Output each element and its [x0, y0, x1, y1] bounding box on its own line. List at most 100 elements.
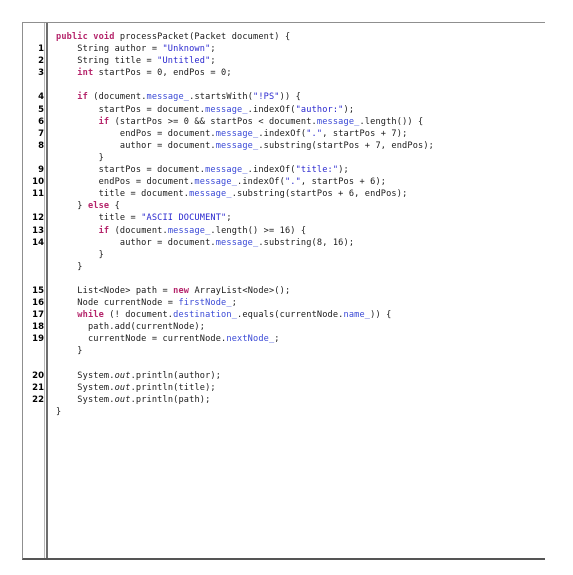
plain-code-token: }	[56, 406, 62, 417]
plain-code-token: startPos = document.	[56, 165, 206, 176]
field-reference-token: name_	[343, 310, 371, 321]
plain-code-token: .indexOf(	[247, 165, 296, 176]
field-reference-token: message_	[189, 189, 232, 200]
plain-code-token: .substring(startPos + 6, endPos);	[231, 189, 408, 200]
code-line: if (document.message_.length() >= 16) {	[56, 225, 545, 237]
code-line: currentNode = currentNode.nextNode_;	[56, 333, 545, 345]
code-line: title = "ASCII DOCUMENT";	[56, 212, 545, 224]
code-line: System.out.println(title);	[56, 382, 545, 394]
string-literal-token: "."	[284, 177, 301, 188]
code-line: startPos = document.message_.indexOf("ti…	[56, 164, 545, 176]
plain-code-token: .indexOf(	[237, 177, 285, 188]
code-line: }	[56, 249, 545, 261]
string-literal-token: "."	[306, 128, 323, 139]
code-line: }	[56, 406, 545, 418]
plain-code-token: System.	[56, 394, 115, 405]
code-line: int startPos = 0, endPos = 0;	[56, 67, 545, 79]
code-line: String author = "Unknown";	[56, 43, 545, 55]
string-literal-token: "Unknown"	[162, 44, 211, 55]
field-reference-token: message_	[215, 140, 259, 151]
plain-code-token	[56, 226, 99, 236]
code-viewer-panel[interactable]: 123 45678 9 10 11 12 13 14 15 16 17 18 19 20 21 22…	[22, 22, 545, 560]
plain-code-token: (document.	[109, 225, 168, 236]
plain-code-token: .println(author);	[130, 370, 222, 381]
code-text-area[interactable]: public void processPacket(Packet documen…	[48, 23, 545, 558]
keyword-token: while	[77, 310, 104, 321]
keyword-token: else	[87, 201, 110, 212]
plain-code-token	[56, 117, 99, 127]
code-line: System.out.println(author);	[56, 370, 545, 382]
plain-code-token	[56, 310, 77, 320]
plain-code-token: , startPos + 7);	[322, 128, 408, 139]
plain-code-token: (document.	[87, 92, 147, 103]
plain-code-token: (startPos >= 0 && startPos < document.	[109, 116, 317, 127]
plain-code-token: }	[56, 152, 104, 163]
static-member-token: out	[114, 382, 131, 393]
plain-code-token: .indexOf(	[258, 128, 307, 139]
code-line: path.add(currentNode);	[56, 321, 545, 333]
field-reference-token: message_	[205, 104, 248, 115]
plain-code-token: ArrayList<Node>();	[189, 285, 291, 296]
plain-code-token: System.	[56, 370, 115, 381]
keyword-token: public void	[56, 32, 115, 42]
keyword-token: int	[77, 68, 94, 79]
code-line: }	[56, 152, 545, 164]
string-literal-token: "Untitled"	[157, 56, 211, 67]
plain-code-token: startPos = document.	[56, 104, 206, 115]
plain-code-token: .equals(currentNode.	[237, 310, 344, 321]
plain-code-token: .substring(startPos + 7, endPos);	[258, 140, 435, 151]
string-literal-token: "author:"	[295, 104, 344, 115]
plain-code-token: }	[56, 201, 88, 212]
plain-code-token: endPos = document.	[56, 177, 195, 188]
plain-code-token: path.add(currentNode);	[56, 322, 206, 333]
string-literal-token: "!PS"	[253, 92, 280, 103]
code-line: endPos = document.message_.indexOf(".", …	[56, 176, 545, 188]
field-reference-token: message_	[146, 92, 190, 103]
plain-code-token: .println(title);	[130, 382, 216, 393]
keyword-token: if	[98, 225, 110, 236]
plain-code-token: ;	[231, 298, 238, 309]
plain-code-token: .length()) {	[359, 116, 424, 127]
plain-code-token: processPacket(Packet document) {	[114, 32, 291, 42]
field-reference-token: destination_	[173, 310, 238, 321]
code-line: if (startPos >= 0 && startPos < document…	[56, 116, 545, 128]
code-line: } else {	[56, 200, 545, 212]
plain-code-token: );	[338, 165, 349, 176]
plain-code-token: ;	[274, 334, 280, 345]
plain-code-token: )) {	[370, 310, 392, 321]
code-line: }	[56, 261, 545, 273]
plain-code-token: ;	[210, 44, 216, 55]
plain-code-token: currentNode = currentNode.	[56, 334, 227, 345]
plain-code-token: List<Node> path =	[56, 285, 174, 296]
code-line: author = document.message_.substring(sta…	[56, 140, 545, 152]
line-number-gutter[interactable]: 123 45678 9 10 11 12 13 14 15 16 17 18 19 20 21 22	[23, 23, 48, 558]
plain-code-token: );	[343, 104, 355, 115]
code-line: while (! document.destination_.equals(cu…	[56, 309, 545, 321]
string-literal-token: "ASCII DOCUMENT"	[141, 213, 227, 224]
code-line: public void processPacket(Packet documen…	[56, 31, 545, 43]
plain-code-token: Node currentNode =	[56, 298, 179, 309]
plain-code-token: System.	[56, 382, 115, 393]
code-line: System.out.println(path);	[56, 394, 545, 406]
plain-code-token: ;	[226, 213, 232, 224]
plain-code-token: String author =	[56, 44, 163, 55]
code-line: String title = "Untitled";	[56, 55, 545, 67]
code-line: List<Node> path = new ArrayList<Node>();	[56, 285, 545, 297]
plain-code-token: ;	[210, 56, 216, 67]
plain-code-token: }	[56, 346, 83, 357]
plain-code-token: .indexOf(	[247, 104, 296, 115]
plain-code-token: .length() >= 16) {	[210, 225, 307, 236]
plain-code-token: .startsWith(	[189, 92, 254, 103]
plain-code-token: )) {	[279, 92, 301, 103]
field-reference-token: nextNode_	[226, 334, 275, 345]
field-reference-token: firstNode_	[178, 298, 232, 309]
plain-code-token	[56, 92, 77, 102]
code-line: if (document.message_.startsWith("!PS"))…	[56, 91, 545, 103]
keyword-token: if	[77, 92, 88, 103]
plain-code-token: , startPos + 6);	[300, 177, 387, 188]
plain-code-token: {	[109, 201, 120, 212]
gutter-separator-rule	[44, 23, 48, 558]
plain-code-token: }	[56, 249, 104, 260]
plain-code-token: .println(path);	[130, 394, 211, 405]
